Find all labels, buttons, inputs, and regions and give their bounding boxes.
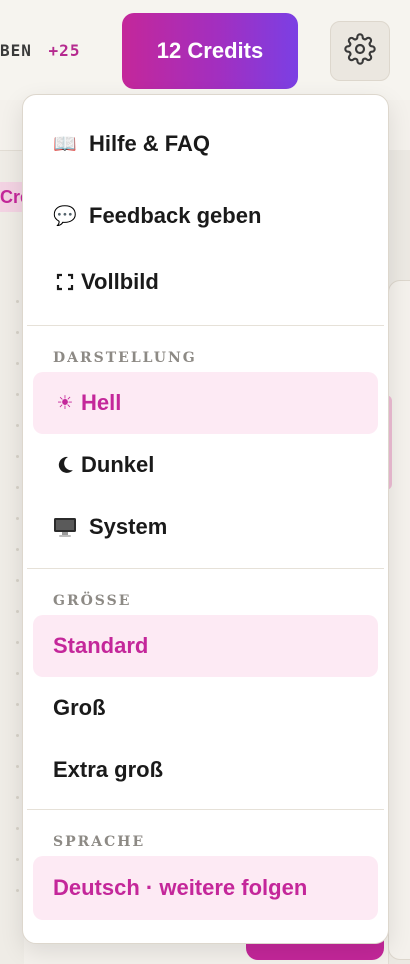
- theme-option-light[interactable]: ☀ Hell: [33, 372, 378, 434]
- theme-option-system[interactable]: System: [33, 496, 378, 558]
- background-chip: Cre: [0, 182, 24, 212]
- language-option-label: Deutsch · weitere folgen: [53, 875, 308, 900]
- menu-divider: [27, 325, 384, 326]
- theme-option-label: Dunkel: [81, 452, 155, 477]
- menu-item-feedback[interactable]: 💬 Feedback geben: [33, 185, 378, 247]
- gear-icon: [344, 32, 376, 70]
- fullscreen-icon: [53, 270, 77, 294]
- section-label-size: GRÖSSE: [53, 593, 132, 609]
- size-option-large[interactable]: Groß: [33, 677, 378, 739]
- background-right-card: [388, 280, 410, 960]
- section-label-appearance: DARSTELLUNG: [53, 350, 197, 366]
- background-left-panel: [0, 150, 24, 964]
- menu-divider: [27, 809, 384, 810]
- menu-divider: [27, 568, 384, 569]
- settings-menu: 📖 Hilfe & FAQ 💬 Feedback geben Vollbild …: [22, 94, 389, 944]
- credit-ticker: BEN +25: [0, 41, 80, 60]
- section-label-language: SPRACHE: [53, 834, 146, 850]
- menu-item-label: Feedback geben: [89, 203, 262, 228]
- size-option-label: Standard: [53, 633, 149, 658]
- theme-option-label: Hell: [81, 390, 122, 415]
- size-option-label: Groß: [53, 695, 106, 720]
- language-option-german[interactable]: Deutsch · weitere folgen: [33, 856, 378, 920]
- menu-item-label: Hilfe & FAQ: [89, 131, 211, 156]
- top-bar: BEN +25 12 Credits: [0, 0, 410, 100]
- ticker-bonus: +25: [48, 41, 81, 60]
- sun-icon: ☀: [56, 392, 74, 414]
- theme-option-label: System: [89, 514, 168, 539]
- ticker-label: BEN: [0, 41, 32, 60]
- menu-item-help[interactable]: 📖 Hilfe & FAQ: [33, 113, 378, 175]
- menu-item-fullscreen[interactable]: Vollbild: [33, 251, 378, 313]
- size-option-extra-large[interactable]: Extra groß: [33, 739, 378, 801]
- size-option-standard[interactable]: Standard: [33, 615, 378, 677]
- speech-bubble-icon: 💬: [53, 206, 77, 227]
- moon-icon: [53, 453, 77, 477]
- menu-item-label: Vollbild: [81, 269, 159, 294]
- background-dots: [16, 300, 19, 920]
- size-option-label: Extra groß: [53, 757, 164, 782]
- theme-option-dark[interactable]: Dunkel: [33, 434, 378, 496]
- monitor-icon: [53, 515, 77, 539]
- book-icon: 📖: [53, 134, 77, 155]
- settings-button[interactable]: [330, 21, 390, 81]
- credits-button[interactable]: 12 Credits: [122, 13, 298, 89]
